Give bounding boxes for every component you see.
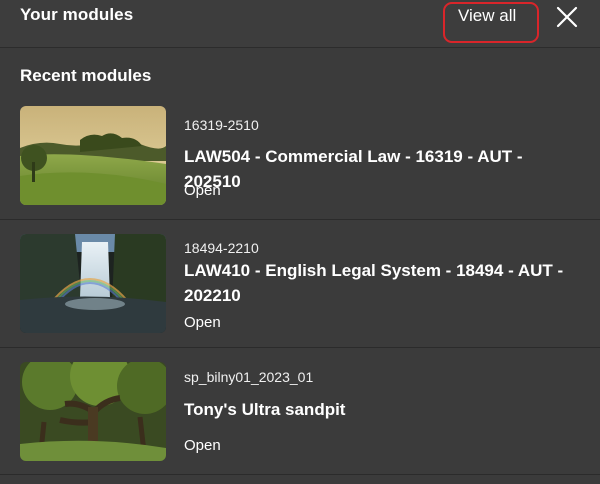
close-icon[interactable]: [555, 5, 579, 29]
waterfall-image[interactable]: [20, 234, 166, 333]
panel-header: Your modules View all: [0, 0, 600, 48]
meadow-landscape-image[interactable]: [20, 106, 166, 205]
open-link[interactable]: Open: [184, 314, 221, 331]
module-row-1[interactable]: 16319-2510 LAW504 - Commercial Law - 163…: [0, 96, 600, 220]
module-row-3[interactable]: sp_bilny01_2023_01 Tony's Ultra sandpit …: [0, 348, 600, 475]
recent-modules-heading: Recent modules: [20, 66, 152, 85]
module-code: 16319-2510: [184, 117, 259, 133]
open-link[interactable]: Open: [184, 182, 221, 199]
open-link[interactable]: Open: [184, 437, 221, 454]
view-all-link[interactable]: View all: [458, 6, 516, 26]
forest-image[interactable]: [20, 362, 166, 461]
module-code: sp_bilny01_2023_01: [184, 369, 314, 385]
panel-title: Your modules: [20, 5, 134, 24]
module-title[interactable]: LAW504 - Commercial Law - 16319 - AUT - …: [184, 144, 564, 194]
module-title[interactable]: Tony's Ultra sandpit: [184, 397, 564, 422]
module-code: 18494-2210: [184, 240, 259, 256]
module-row-2[interactable]: 18494-2210 LAW410 - English Legal System…: [0, 220, 600, 348]
module-title[interactable]: LAW410 - English Legal System - 18494 - …: [184, 258, 564, 308]
